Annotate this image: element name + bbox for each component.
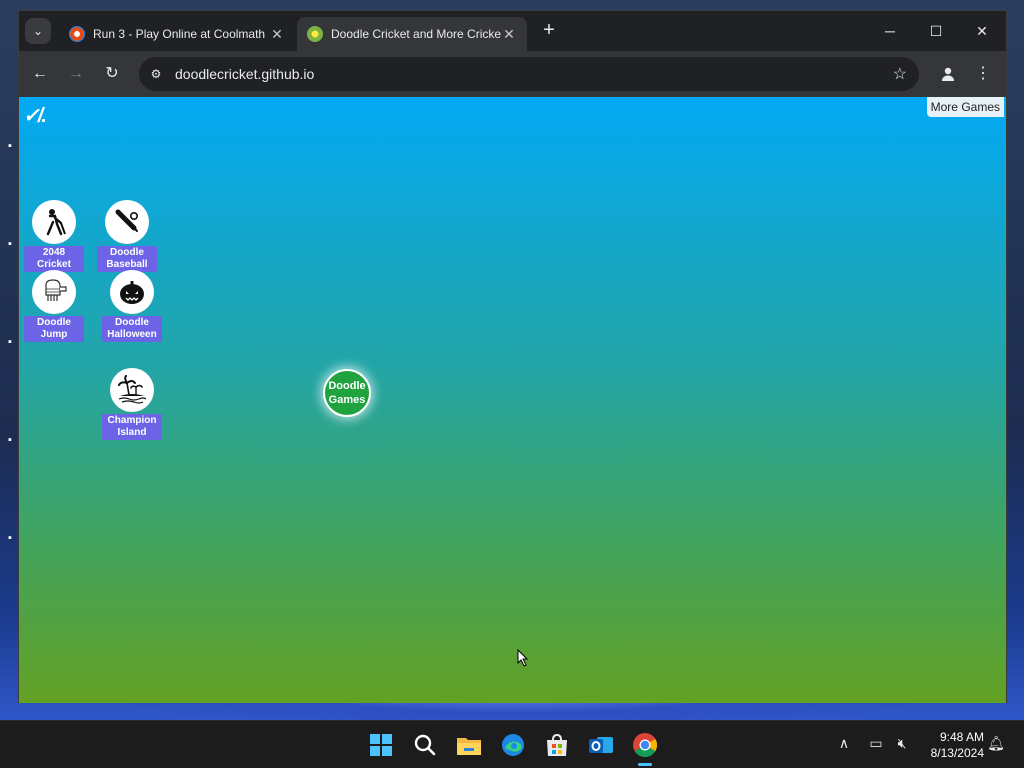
minimize-button[interactable]: ─ (867, 19, 913, 43)
doodle-jumper-icon (32, 270, 76, 314)
network-icon[interactable]: ▭ (866, 735, 886, 752)
address-bar[interactable]: ⚙ doodlecricket.github.io ☆ (139, 57, 919, 91)
doodle-cricket-icon (307, 26, 323, 42)
url-text: doodlecricket.github.io (175, 66, 315, 82)
tab-strip: ⌄ Run 3 - Play Online at Coolmath ✕ Dood… (19, 11, 1006, 51)
active-app-indicator (638, 763, 652, 766)
search-icon[interactable] (411, 731, 439, 759)
game-label: Doodle Baseball (97, 246, 157, 272)
game-label: Doodle Halloween (102, 316, 162, 342)
desktop-icon-edge[interactable]: ▪ (8, 532, 18, 544)
tab-run3[interactable]: Run 3 - Play Online at Coolmath ✕ (59, 17, 295, 51)
desktop-icon-edge[interactable]: ▪ (8, 140, 18, 152)
start-icon[interactable] (367, 731, 395, 759)
tab-title: Doodle Cricket and More Cricket (331, 27, 501, 41)
chrome-icon[interactable] (631, 731, 659, 759)
tab-search-button[interactable]: ⌄ (25, 18, 51, 44)
maximize-button[interactable]: ☐ (913, 19, 959, 43)
reload-button[interactable]: ↻ (101, 63, 123, 85)
game-label: Champion Island (102, 414, 162, 440)
bookmark-star-icon[interactable]: ☆ (893, 64, 907, 84)
game-2048-cricket[interactable]: 2048 Cricket (22, 200, 86, 272)
coolmath-icon (69, 26, 85, 42)
island-icon (110, 368, 154, 412)
mouse-cursor-icon (517, 649, 529, 667)
outlook-icon[interactable] (587, 731, 615, 759)
game-champion-island[interactable]: Champion Island (100, 368, 164, 440)
cricket-player-icon (32, 200, 76, 244)
edge-icon[interactable] (499, 731, 527, 759)
menu-icon[interactable]: ⋮ (975, 63, 991, 85)
store-icon[interactable] (543, 731, 571, 759)
site-logo[interactable]: ✓/. (23, 103, 47, 128)
close-icon[interactable]: ✕ (269, 26, 285, 43)
volume-muted-icon[interactable]: 🔇︎ (892, 735, 912, 752)
notification-bell-icon[interactable]: 🔔︎ (986, 735, 1006, 752)
game-label: 2048 Cricket (24, 246, 84, 272)
site-settings-icon[interactable]: ⚙ (147, 65, 165, 83)
chrome-window: ⌄ Run 3 - Play Online at Coolmath ✕ Dood… (18, 10, 1007, 703)
browser-toolbar: ← → ↻ ⚙ doodlecricket.github.io ☆ ⋮ (19, 51, 1006, 97)
game-doodle-baseball[interactable]: Doodle Baseball (95, 200, 159, 272)
new-tab-button[interactable]: + (539, 20, 559, 41)
doodle-games-button[interactable]: Doodle Games (323, 369, 371, 417)
tab-doodle-cricket[interactable]: Doodle Cricket and More Cricket ✕ (297, 17, 527, 51)
clock-time: 9:48 AM (939, 730, 984, 744)
taskbar: ∧ ▭ 🔇︎ 9:48 AM 8/13/2024 🔔︎ (0, 720, 1024, 768)
close-icon[interactable]: ✕ (501, 26, 517, 43)
desktop-icon-edge[interactable]: ▪ (8, 238, 18, 250)
tab-title: Run 3 - Play Online at Coolmath (93, 27, 266, 41)
close-window-button[interactable]: ✕ (959, 19, 1005, 43)
profile-icon[interactable] (937, 63, 959, 85)
forward-button[interactable]: → (65, 63, 87, 85)
chevron-up-icon[interactable]: ∧ (834, 735, 854, 752)
pumpkin-icon (110, 270, 154, 314)
system-clock[interactable]: 9:48 AM 8/13/2024 (920, 729, 984, 761)
desktop-icon-edge[interactable]: ▪ (8, 336, 18, 348)
more-games-link[interactable]: More Games (926, 97, 1004, 117)
game-label: Doodle Jump (24, 316, 84, 342)
file-explorer-icon[interactable] (455, 731, 483, 759)
game-doodle-halloween[interactable]: Doodle Halloween (100, 270, 164, 342)
game-doodle-jump[interactable]: Doodle Jump (22, 270, 86, 342)
page-viewport: ✓/. More Games 2048 Cricket Doodle Baseb… (19, 97, 1006, 703)
baseball-bat-icon (105, 200, 149, 244)
clock-date: 8/13/2024 (930, 746, 984, 760)
desktop-icon-edge[interactable]: ▪ (8, 434, 18, 446)
back-button[interactable]: ← (29, 63, 51, 85)
